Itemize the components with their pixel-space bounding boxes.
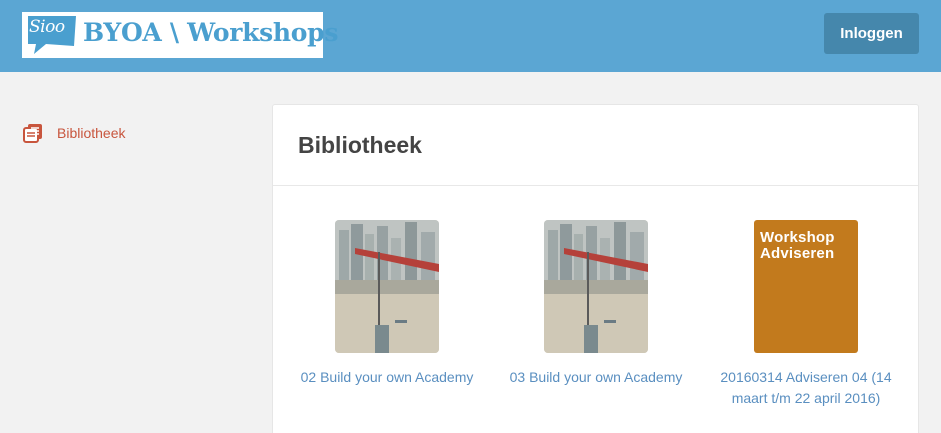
city-crane-thumbnail[interactable] xyxy=(335,220,439,353)
item-title[interactable]: 20160314 Adviseren 04 (14 maart t/m 22 a… xyxy=(716,367,896,409)
library-card: Bibliotheek 02 Build your own Academy 03… xyxy=(272,104,919,433)
library-item[interactable]: Workshop Adviseren 20160314 Adviseren 04… xyxy=(716,220,896,409)
sidebar-item-bibliotheek[interactable]: Bibliotheek xyxy=(22,120,126,146)
library-item[interactable]: 02 Build your own Academy xyxy=(297,220,477,388)
city-crane-thumbnail[interactable] xyxy=(544,220,648,353)
divider xyxy=(273,185,918,186)
sidebar-item-label: Bibliotheek xyxy=(57,125,126,141)
item-title[interactable]: 03 Build your own Academy xyxy=(506,367,686,388)
workshop-adviseren-thumbnail[interactable]: Workshop Adviseren xyxy=(754,220,858,353)
byoa-workshops-logo[interactable]: Sioo BYOA \ Workshops xyxy=(22,12,338,58)
page-title: Bibliotheek xyxy=(298,132,422,158)
login-button[interactable]: Inloggen xyxy=(824,13,919,54)
logo-badge-text: Sioo xyxy=(29,17,65,37)
library-item[interactable]: 03 Build your own Academy xyxy=(506,220,686,388)
item-title[interactable]: 02 Build your own Academy xyxy=(297,367,477,388)
logo-title: BYOA \ Workshops xyxy=(83,18,339,47)
top-bar: Sioo BYOA \ Workshops Inloggen xyxy=(0,0,941,72)
library-icon xyxy=(23,124,42,143)
thumbnail-text: Workshop Adviseren xyxy=(760,229,835,262)
